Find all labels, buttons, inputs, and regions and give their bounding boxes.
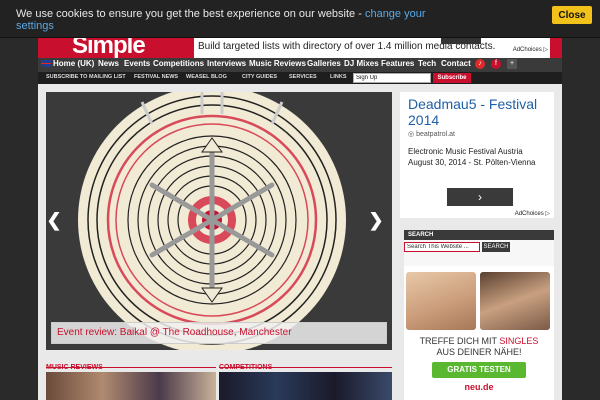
subnav-item-festival-news[interactable]: FESTIVAL NEWS [134, 74, 178, 80]
search-input[interactable] [404, 242, 480, 252]
subscribe-button[interactable]: Subscribe [433, 73, 471, 83]
dating-ad-highlight: SINGLES [499, 336, 539, 346]
dating-ad-line1: TREFFE DICH MIT SINGLES [404, 336, 554, 346]
competitions-label[interactable]: COMPETITIONS [219, 364, 272, 371]
cookie-message-text: We use cookies to ensure you get the bes… [16, 8, 365, 20]
featured-image [46, 92, 392, 350]
subnav-item-services[interactable]: SERVICES [289, 74, 317, 80]
dating-ad-line1-text: TREFFE DICH MIT [419, 336, 500, 346]
nav-item-contact[interactable]: Contact [441, 59, 471, 68]
cookie-bar: We use cookies to ensure you get the bes… [0, 0, 600, 38]
slider-caption-text[interactable]: Event review: Baikal @ The Roadhouse, Ma… [57, 327, 292, 338]
search-heading: SEARCH [404, 230, 554, 240]
competition-thumbnail[interactable] [219, 372, 392, 400]
nav-item-home[interactable]: Home (UK) [41, 59, 94, 68]
music-review-thumbnail[interactable] [46, 372, 216, 400]
ad-photo-right [480, 272, 550, 330]
header-ad-banner[interactable]: Build targeted lists with directory of o… [194, 38, 550, 58]
subnav-item-city-guides[interactable]: CITY GUIDES [242, 74, 277, 80]
ad-domain: ◎ beatpatrol.at [408, 130, 455, 138]
cookie-close-button[interactable]: Close [552, 6, 592, 24]
nav-item-events[interactable]: Events [124, 59, 150, 68]
subnav-item-weasel-blog[interactable]: WEASEL BLOG [186, 74, 227, 80]
sub-nav: SUBSCRIBE TO MAILING LIST FESTIVAL NEWS … [38, 72, 562, 84]
nav-label: Home (UK) [53, 59, 95, 68]
nav-item-interviews[interactable]: Interviews [207, 59, 246, 68]
dating-ad-brand: neu.de [464, 382, 494, 392]
deadmau5-ad[interactable]: Deadmau5 - Festival 2014 ◎ beatpatrol.at… [400, 92, 554, 218]
slider-next-arrow-icon[interactable]: ❯ [368, 210, 384, 230]
lastfm-icon[interactable]: ♪ [475, 59, 485, 69]
search-widget: SEARCH SEARCH [404, 230, 554, 266]
dating-ad-cta-button[interactable]: GRATIS TESTEN [432, 362, 526, 378]
nav-item-features[interactable]: Features [381, 59, 414, 68]
ad-description: Electronic Music Festival Austria August… [408, 147, 536, 167]
nav-item-competitions[interactable]: Competitions [153, 59, 204, 68]
uk-flag-icon [41, 60, 51, 67]
subnav-item-mailing-list[interactable]: SUBSCRIBE TO MAILING LIST [46, 74, 126, 80]
nav-item-news[interactable]: News [98, 59, 119, 68]
competitions-heading: COMPETITIONS [219, 356, 392, 371]
cookie-message: We use cookies to ensure you get the bes… [16, 8, 436, 32]
nav-item-galleries[interactable]: Galleries [307, 59, 341, 68]
ad-go-button[interactable]: › [447, 188, 513, 206]
music-reviews-heading: MUSIC REVIEWS [46, 356, 216, 371]
dating-ad-line2: AUS DEINER NÄHE! [436, 347, 522, 357]
adchoices-label[interactable]: AdChoices ▷ [513, 46, 548, 53]
plus-icon[interactable]: + [507, 59, 517, 69]
ad-title[interactable]: Deadmau5 - Festival 2014 [408, 96, 554, 128]
subnav-item-links[interactable]: LINKS [330, 74, 347, 80]
nav-item-music-reviews[interactable]: Music Reviews [249, 59, 306, 68]
main-content: ❮ ❯ Event review: Baikal @ The Roadhouse… [38, 84, 562, 400]
main-nav: Home (UK) News Events Competitions Inter… [38, 58, 562, 72]
facebook-icon[interactable]: f [491, 59, 501, 69]
ad-photo-left [406, 272, 476, 330]
featured-slider[interactable]: ❮ ❯ Event review: Baikal @ The Roadhouse… [46, 92, 392, 350]
search-button[interactable]: SEARCH [482, 242, 510, 252]
slider-prev-arrow-icon[interactable]: ❮ [46, 210, 62, 230]
adchoices-label[interactable]: AdChoices ▷ [515, 210, 550, 217]
site-header: Simple Build targeted lists with directo… [38, 32, 562, 59]
ad-domain-text: beatpatrol.at [416, 131, 455, 138]
nav-item-dj-mixes[interactable]: DJ Mixes [344, 59, 379, 68]
slider-caption[interactable]: Event review: Baikal @ The Roadhouse, Ma… [51, 322, 387, 344]
dating-ad[interactable]: TREFFE DICH MIT SINGLES AUS DEINER NÄHE!… [404, 266, 554, 400]
signup-email-input[interactable] [353, 73, 431, 83]
globe-icon: ◎ [408, 131, 417, 138]
nav-item-tech[interactable]: Tech [418, 59, 436, 68]
music-reviews-label[interactable]: MUSIC REVIEWS [46, 364, 103, 371]
